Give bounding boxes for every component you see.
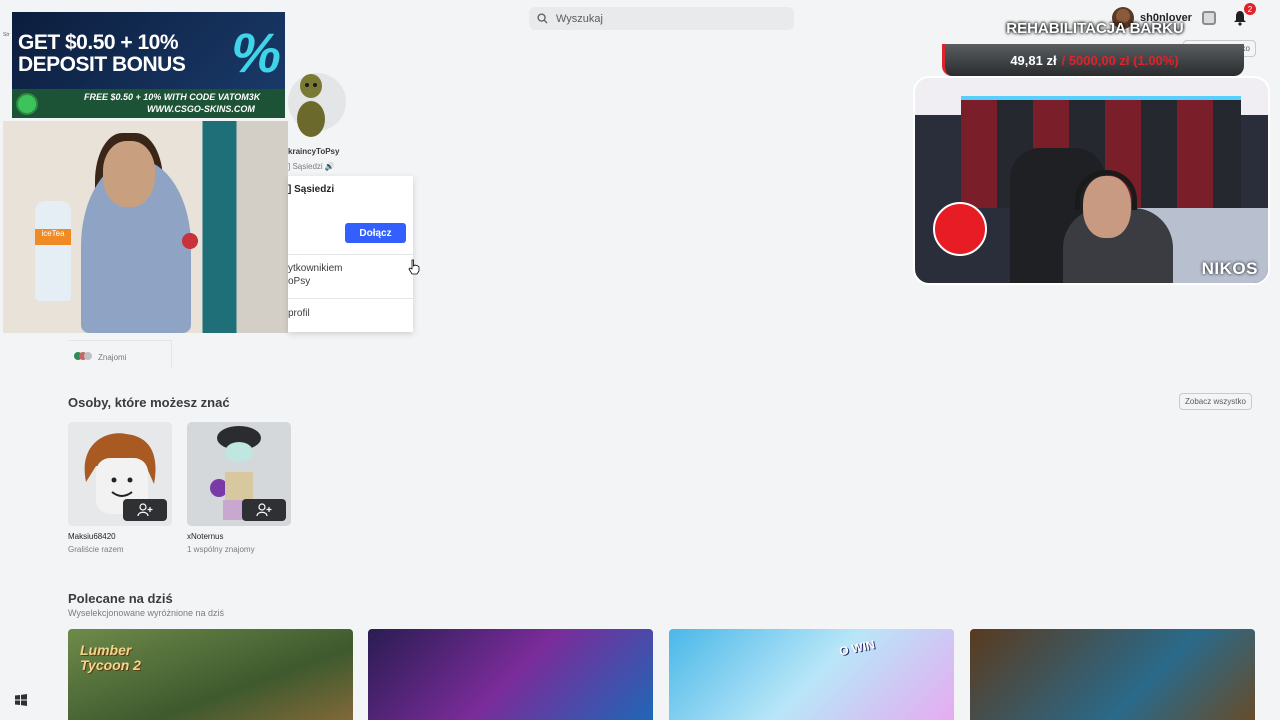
person-name[interactable]: xNoternus xyxy=(187,532,223,541)
game-tile-title: Lumber Tycoon 2 xyxy=(80,642,141,673)
webcam-face xyxy=(103,141,155,207)
game-tile-title: O WIN xyxy=(837,637,877,659)
see-all-people-button[interactable]: Zobacz wszystko xyxy=(1179,393,1252,410)
search-placeholder: Wyszukaj xyxy=(556,12,603,25)
notification-badge: 2 xyxy=(1244,3,1256,15)
ad-banner: GET $0.50 + 10% DEPOSIT BONUS % FREE $0.… xyxy=(12,12,285,118)
webcam-flowers xyxy=(173,221,207,261)
webcam-right: NIKOS xyxy=(913,76,1270,285)
add-friend-button[interactable] xyxy=(123,499,167,521)
add-friend-icon xyxy=(137,503,153,517)
coin-icon xyxy=(16,93,38,115)
friends-avatars-icon xyxy=(74,352,92,360)
donation-goal-title: REHABILITACJA BARKU xyxy=(1006,20,1184,37)
person-subtitle: Graliście razem xyxy=(68,545,124,554)
ad-promo-2: WWW.CSGO-SKINS.COM xyxy=(147,104,255,114)
mascot-icon xyxy=(933,202,987,256)
webcam-led-strip xyxy=(961,96,1241,100)
person-name[interactable]: Maksiu68420 xyxy=(68,532,116,541)
add-friend-icon xyxy=(256,503,272,517)
recommended-title: Polecane na dziś xyxy=(68,591,173,606)
webcam-bottle: iceTea xyxy=(35,201,71,301)
popup-divider xyxy=(288,254,413,255)
join-button[interactable]: Dołącz xyxy=(345,223,406,243)
hand-cursor-icon xyxy=(408,259,420,275)
game-tile[interactable] xyxy=(970,629,1255,720)
recommended-subtitle: Wyselekcjonowane wyróżnione na dziś xyxy=(68,608,224,618)
game-tile[interactable] xyxy=(368,629,653,720)
popup-profile-item[interactable]: profil xyxy=(288,308,310,319)
donation-goal-bar: 49,81 zł / 5000,00 zł (1.00%) xyxy=(942,44,1244,76)
popup-chat-item[interactable]: ytkownikiem oPsy xyxy=(288,262,342,288)
side-label: Str xyxy=(3,32,10,38)
person-card[interactable] xyxy=(187,422,291,526)
ad-headline-1: GET $0.50 + 10% xyxy=(18,31,179,54)
game-tile[interactable]: O WIN xyxy=(669,629,954,720)
popup-chat-line-1: ytkownikiem xyxy=(288,263,343,274)
add-friend-button[interactable] xyxy=(242,499,286,521)
popup-chat-line-2: oPsy xyxy=(288,276,311,287)
search-icon xyxy=(537,13,548,24)
windows-icon[interactable] xyxy=(15,694,27,706)
popup-title: ] Sąsiedzi xyxy=(288,184,335,195)
group-subtitle: ] Sąsiedzi 🔊 xyxy=(288,162,335,171)
ad-strip: FREE $0.50 + 10% WITH CODE VATOM3K WWW.C… xyxy=(12,89,285,118)
friend-popup: ] Sąsiedzi Dołącz ytkownikiem oPsy profi… xyxy=(288,176,413,332)
popup-divider xyxy=(288,298,413,299)
game-tile-lumber-tycoon[interactable]: Lumber Tycoon 2 xyxy=(68,629,353,720)
people-section-title: Osoby, które możesz znać xyxy=(68,395,230,410)
group-name[interactable]: kraincyToPsy xyxy=(288,147,339,156)
person-subtitle: 1 wspólny znajomy xyxy=(187,545,255,554)
donation-goal-rest: / 5000,00 zł (1.00%) xyxy=(1061,52,1179,68)
bottle-label: iceTea xyxy=(35,229,71,245)
group-avatar[interactable] xyxy=(287,64,347,144)
ad-percent: % xyxy=(231,21,281,84)
search-input[interactable]: Wyszukaj xyxy=(529,7,794,30)
ad-headline-2: DEPOSIT BONUS xyxy=(18,53,186,76)
ad-headline: GET $0.50 + 10% DEPOSIT BONUS xyxy=(18,31,186,76)
donation-goal-current: 49,81 zł xyxy=(1010,52,1057,68)
friends-row-label: Znajomi xyxy=(98,353,127,362)
person-card[interactable] xyxy=(68,422,172,526)
webcam-left: iceTea xyxy=(3,121,288,333)
streamer-logo: NIKOS xyxy=(1201,259,1258,278)
ad-promo-1: FREE $0.50 + 10% WITH CODE VATOM3K xyxy=(84,92,261,102)
friends-row[interactable]: Znajomi xyxy=(68,340,172,368)
